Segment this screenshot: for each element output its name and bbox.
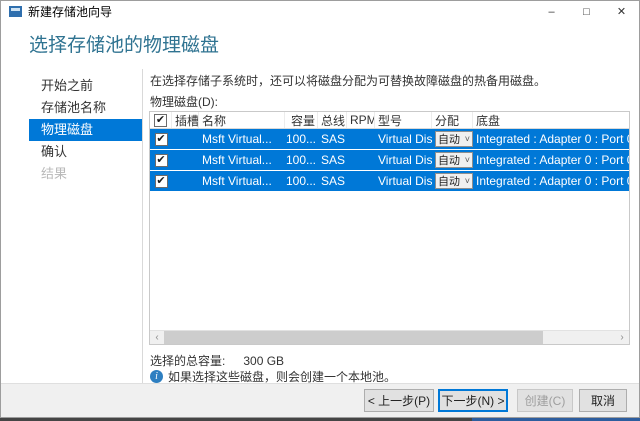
cell-bus: SAS — [318, 150, 347, 170]
cell-bus: SAS — [318, 129, 347, 149]
column-header-slot[interactable]: 插槽 — [172, 112, 199, 128]
cell-capacity: 100... — [285, 150, 318, 170]
scroll-left-icon[interactable]: ‹ — [150, 331, 164, 344]
scrollbar-thumb[interactable] — [164, 331, 543, 344]
instruction-text: 在选择存储子系统时，还可以将磁盘分配为可替换故障磁盘的热备用磁盘。 — [150, 72, 546, 89]
title-bar: 新建存储池向导 – □ ✕ — [1, 1, 639, 22]
physical-disk-table: ✔ 插槽 名称 容量 总线 RPM 型号 分配 底盘 ✔ Msft Virtua… — [149, 111, 630, 345]
create-button: 创建(C) — [517, 389, 573, 412]
cell-chassis: Integrated : Adapter 0 : Port 0 : Target… — [473, 171, 629, 191]
chevron-down-icon: ˅ — [465, 155, 470, 165]
sidebar-item-pool-name[interactable]: 存储池名称 — [29, 97, 142, 119]
disk-row-3[interactable]: ✔ Msft Virtual... 100... SAS Virtual Dis… — [150, 171, 629, 191]
select-all-checkbox[interactable]: ✔ — [150, 112, 172, 128]
cell-slot — [172, 150, 199, 170]
cell-capacity: 100... — [285, 171, 318, 191]
cell-rpm — [347, 150, 375, 170]
total-capacity-label: 选择的总容量: — [150, 354, 225, 368]
allocation-dropdown[interactable]: 自动 ˅ — [435, 152, 473, 168]
cell-chassis: Integrated : Adapter 0 : Port 0 : Target… — [473, 129, 629, 149]
page-header: 选择存储池的物理磁盘 — [1, 22, 639, 66]
wizard-step-nav: 开始之前 存储池名称 物理磁盘 确认 结果 — [29, 75, 142, 185]
cell-slot — [172, 129, 199, 149]
cell-name: Msft Virtual... — [199, 129, 285, 149]
cell-name: Msft Virtual... — [199, 171, 285, 191]
disk-row-2[interactable]: ✔ Msft Virtual... 100... SAS Virtual Dis… — [150, 150, 629, 170]
cell-capacity: 100... — [285, 129, 318, 149]
chevron-down-icon: ˅ — [465, 134, 470, 144]
wizard-window: 新建存储池向导 – □ ✕ 选择存储池的物理磁盘 开始之前 存储池名称 物理磁盘… — [0, 0, 640, 418]
total-capacity-value: 300 GB — [243, 354, 284, 368]
sidebar-item-confirmation[interactable]: 确认 — [29, 141, 142, 163]
cancel-button[interactable]: 取消 — [579, 389, 627, 412]
checkbox-checked-icon[interactable]: ✔ — [154, 114, 167, 127]
row-checkbox-checked-icon[interactable]: ✔ — [155, 175, 168, 188]
allocation-dropdown[interactable]: 自动 ˅ — [435, 173, 473, 189]
nav-content-divider — [142, 69, 143, 385]
next-button[interactable]: 下一步(N) > — [438, 389, 508, 412]
column-header-allocation[interactable]: 分配 — [432, 112, 473, 128]
chevron-down-icon: ˅ — [465, 176, 470, 186]
column-header-model[interactable]: 型号 — [375, 112, 432, 128]
allocation-value: 自动 — [438, 152, 460, 168]
minimize-icon[interactable]: – — [534, 1, 569, 22]
cell-bus: SAS — [318, 171, 347, 191]
column-header-name[interactable]: 名称 — [199, 112, 285, 128]
column-header-rpm[interactable]: RPM — [347, 112, 375, 128]
cell-model: Virtual Disk — [375, 129, 432, 149]
main-content: 在选择存储子系统时，还可以将磁盘分配为可替换故障磁盘的热备用磁盘。 物理磁盘(D… — [149, 65, 631, 385]
scroll-right-icon[interactable]: › — [615, 331, 629, 344]
cell-model: Virtual Disk — [375, 150, 432, 170]
cell-rpm — [347, 171, 375, 191]
maximize-icon[interactable]: □ — [569, 1, 604, 22]
column-header-chassis[interactable]: 底盘 — [473, 112, 629, 128]
wizard-app-icon — [9, 6, 22, 17]
cell-slot — [172, 171, 199, 191]
info-icon: i — [150, 370, 163, 383]
page-title: 选择存储池的物理磁盘 — [29, 30, 219, 57]
column-header-bus[interactable]: 总线 — [318, 112, 347, 128]
row-checkbox-checked-icon[interactable]: ✔ — [155, 154, 168, 167]
cell-model: Virtual Disk — [375, 171, 432, 191]
scrollbar-track[interactable] — [164, 331, 615, 344]
allocation-value: 自动 — [438, 173, 460, 189]
window-controls: – □ ✕ — [534, 1, 639, 22]
cell-chassis: Integrated : Adapter 0 : Port 0 : Target… — [473, 150, 629, 170]
disk-row-1[interactable]: ✔ Msft Virtual... 100... SAS Virtual Dis… — [150, 129, 629, 149]
allocation-value: 自动 — [438, 131, 460, 147]
allocation-dropdown[interactable]: 自动 ˅ — [435, 131, 473, 147]
window-title: 新建存储池向导 — [28, 3, 112, 20]
column-header-capacity[interactable]: 容量 — [285, 112, 318, 128]
cell-name: Msft Virtual... — [199, 150, 285, 170]
cell-rpm — [347, 129, 375, 149]
close-icon[interactable]: ✕ — [604, 1, 639, 22]
row-checkbox-checked-icon[interactable]: ✔ — [155, 133, 168, 146]
previous-button[interactable]: < 上一步(P) — [364, 389, 434, 412]
table-header-row: ✔ 插槽 名称 容量 总线 RPM 型号 分配 底盘 — [150, 112, 629, 129]
sidebar-item-results: 结果 — [29, 163, 142, 185]
sidebar-item-before-you-begin[interactable]: 开始之前 — [29, 75, 142, 97]
disk-list-label: 物理磁盘(D): — [150, 93, 218, 110]
horizontal-scrollbar: ‹ › — [150, 330, 629, 344]
wizard-footer: < 上一步(P) 下一步(N) > 创建(C) 取消 — [1, 383, 639, 417]
total-capacity-row: 选择的总容量: 300 GB — [150, 352, 284, 369]
sidebar-item-physical-disks[interactable]: 物理磁盘 — [29, 119, 142, 141]
